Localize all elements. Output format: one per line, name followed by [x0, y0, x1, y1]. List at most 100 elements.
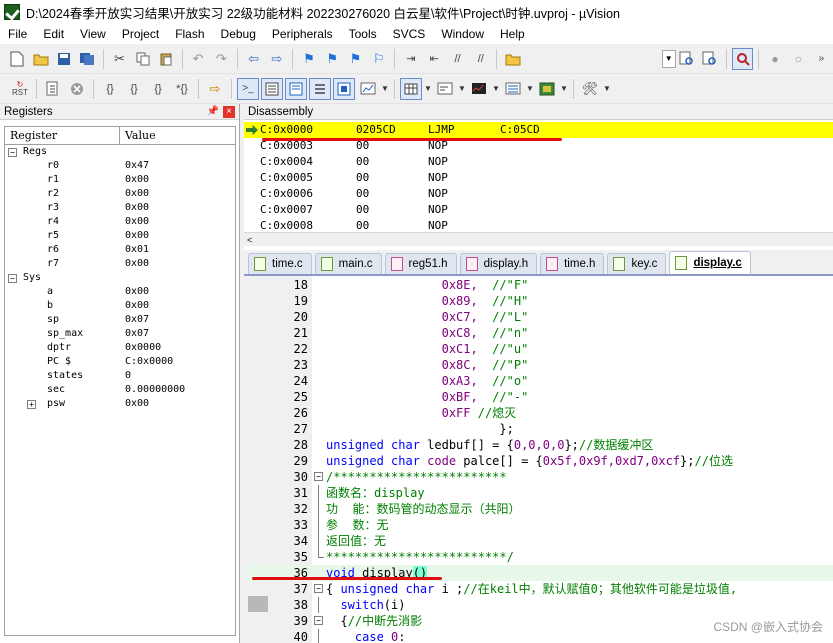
code-line[interactable]: 30−/************************ [248, 469, 833, 485]
code-line[interactable]: 32 功 能：数码管的动态显示（共阳） [248, 501, 833, 517]
disassembly-hscrollbar[interactable]: < [244, 232, 833, 246]
fold-toggle-icon[interactable]: − [314, 472, 323, 481]
serial-window-icon[interactable] [434, 78, 456, 100]
register-row[interactable]: r6 0x01 [5, 243, 235, 257]
code-line[interactable]: 21 0xC8, //"n" [248, 325, 833, 341]
save-icon[interactable] [53, 48, 74, 70]
register-value[interactable]: 0.00000000 [121, 383, 185, 397]
disassembly-line[interactable]: C:0x0006 00 NOP [244, 186, 833, 202]
register-row[interactable]: r5 0x00 [5, 229, 235, 243]
fold-toggle-icon[interactable]: − [314, 616, 323, 625]
expand-icon[interactable]: + [27, 400, 36, 409]
nav-forward-icon[interactable]: ⇨ [266, 48, 287, 70]
code-line[interactable]: 23 0x8C, //"P" [248, 357, 833, 373]
code-line[interactable]: 20 0xC7, //"L" [248, 309, 833, 325]
indent-icon[interactable]: ⇥ [400, 48, 421, 70]
register-value[interactable]: 0x47 [121, 159, 149, 173]
code-line[interactable]: 27 }; [248, 421, 833, 437]
paste-icon[interactable] [155, 48, 176, 70]
step-out-icon[interactable]: {} [147, 78, 169, 100]
disassembly-window-icon[interactable] [261, 77, 283, 100]
find-icon[interactable] [677, 48, 698, 70]
code-line[interactable]: 33 参 数：无 [248, 517, 833, 533]
bookmark-icon[interactable]: ⚑ [298, 48, 319, 70]
code-line[interactable]: 24 0xA3, //"o" [248, 373, 833, 389]
register-value[interactable]: 0x01 [121, 243, 149, 257]
fold-toggle-icon[interactable]: − [314, 584, 323, 593]
disable-breakpoint-icon[interactable]: ○ [788, 48, 809, 70]
nav-back-icon[interactable]: ⇦ [243, 48, 264, 70]
register-row[interactable]: r4 0x00 [5, 215, 235, 229]
memory-window-icon[interactable] [400, 77, 422, 100]
menu-debug[interactable]: Debug [213, 24, 264, 44]
register-row[interactable]: sp_max 0x07 [5, 327, 235, 341]
incremental-find-icon[interactable] [700, 48, 721, 70]
register-value[interactable]: 0x00 [121, 173, 149, 187]
toolbox-icon[interactable]: 🛠 [579, 78, 601, 100]
code-line[interactable]: 29 unsigned char code palce[] = {0x5f,0x9… [248, 453, 833, 469]
code-line[interactable]: 38 switch(i) [248, 597, 833, 613]
menu-view[interactable]: View [72, 24, 114, 44]
menu-edit[interactable]: Edit [35, 24, 72, 44]
tab-key-c[interactable]: key.c [607, 253, 667, 274]
dropdown-arrow[interactable]: ▼ [491, 84, 501, 93]
code-line[interactable]: 35 *************************/ [248, 549, 833, 565]
register-row[interactable]: PC $ C:0x0000 [5, 355, 235, 369]
redo-icon[interactable]: ↷ [211, 48, 232, 70]
cut-icon[interactable]: ✂ [109, 48, 130, 70]
menu-window[interactable]: Window [433, 24, 492, 44]
register-value[interactable]: C:0x0000 [121, 355, 173, 369]
tab-time-c[interactable]: time.c [248, 253, 312, 274]
more-icon[interactable]: » [811, 48, 832, 70]
dropdown-arrow[interactable]: ▼ [525, 84, 535, 93]
show-next-statement-icon[interactable]: ⇨ [204, 78, 226, 100]
undo-icon[interactable]: ↶ [187, 48, 208, 70]
code-line[interactable]: 34 返回值：无 [248, 533, 833, 549]
unindent-icon[interactable]: ⇤ [424, 48, 445, 70]
col-register[interactable]: Register [5, 127, 120, 144]
register-row[interactable]: r3 0x00 [5, 201, 235, 215]
register-value[interactable]: 0x00 [121, 257, 149, 271]
register-row[interactable]: states 0 [5, 369, 235, 383]
disassembly-line[interactable]: C:0x0004 00 NOP [244, 154, 833, 170]
register-row[interactable]: r7 0x00 [5, 257, 235, 271]
watch-window-icon[interactable] [357, 78, 379, 100]
stop-icon[interactable] [66, 78, 88, 100]
find-in-files-icon[interactable] [502, 48, 523, 70]
register-row[interactable]: + psw 0x00 [5, 397, 235, 411]
register-value[interactable]: 0x00 [121, 299, 149, 313]
save-all-icon[interactable] [77, 48, 98, 70]
register-value[interactable]: 0x00 [121, 201, 149, 215]
register-value[interactable]: 0x00 [121, 397, 149, 411]
step-into-icon[interactable]: {} [99, 78, 121, 100]
disassembly-line[interactable]: C:0x0005 00 NOP [244, 170, 833, 186]
code-line[interactable]: 40 case 0: [248, 629, 833, 643]
register-row[interactable]: b 0x00 [5, 299, 235, 313]
tab-display-c[interactable]: display.c [669, 251, 751, 274]
register-row[interactable]: r2 0x00 [5, 187, 235, 201]
register-row[interactable]: r0 0x47 [5, 159, 235, 173]
register-group-row[interactable]: − Sys [5, 271, 235, 285]
analysis-window-icon[interactable] [468, 78, 490, 100]
code-line[interactable]: 18 0x8E, //"F" [248, 277, 833, 293]
tab-time-h[interactable]: time.h [540, 253, 605, 274]
target-combo[interactable]: ▼ [661, 49, 676, 68]
run-to-cursor-icon[interactable]: *{} [171, 78, 193, 100]
menu-peripherals[interactable]: Peripherals [264, 24, 341, 44]
menu-tools[interactable]: Tools [341, 24, 385, 44]
menu-help[interactable]: Help [492, 24, 533, 44]
command-window-icon[interactable]: >_ [237, 77, 259, 100]
register-group-row[interactable]: − Regs [5, 145, 235, 159]
call-stack-icon[interactable] [333, 77, 355, 100]
comment-icon[interactable]: // [447, 48, 468, 70]
code-line[interactable]: 19 0x89, //"H" [248, 293, 833, 309]
register-value[interactable]: 0x00 [121, 187, 149, 201]
menu-project[interactable]: Project [114, 24, 167, 44]
debug-session-icon[interactable] [732, 47, 754, 70]
menu-svcs[interactable]: SVCS [385, 24, 434, 44]
register-value[interactable]: 0x0000 [121, 341, 161, 355]
symbols-window-icon[interactable] [285, 77, 307, 100]
code-line[interactable]: 31 函数名：display [248, 485, 833, 501]
code-line[interactable]: 37−{ unsigned char i ;//在keil中，默认赋值0；其他软… [248, 581, 833, 597]
tab-reg51-h[interactable]: reg51.h [384, 253, 457, 274]
